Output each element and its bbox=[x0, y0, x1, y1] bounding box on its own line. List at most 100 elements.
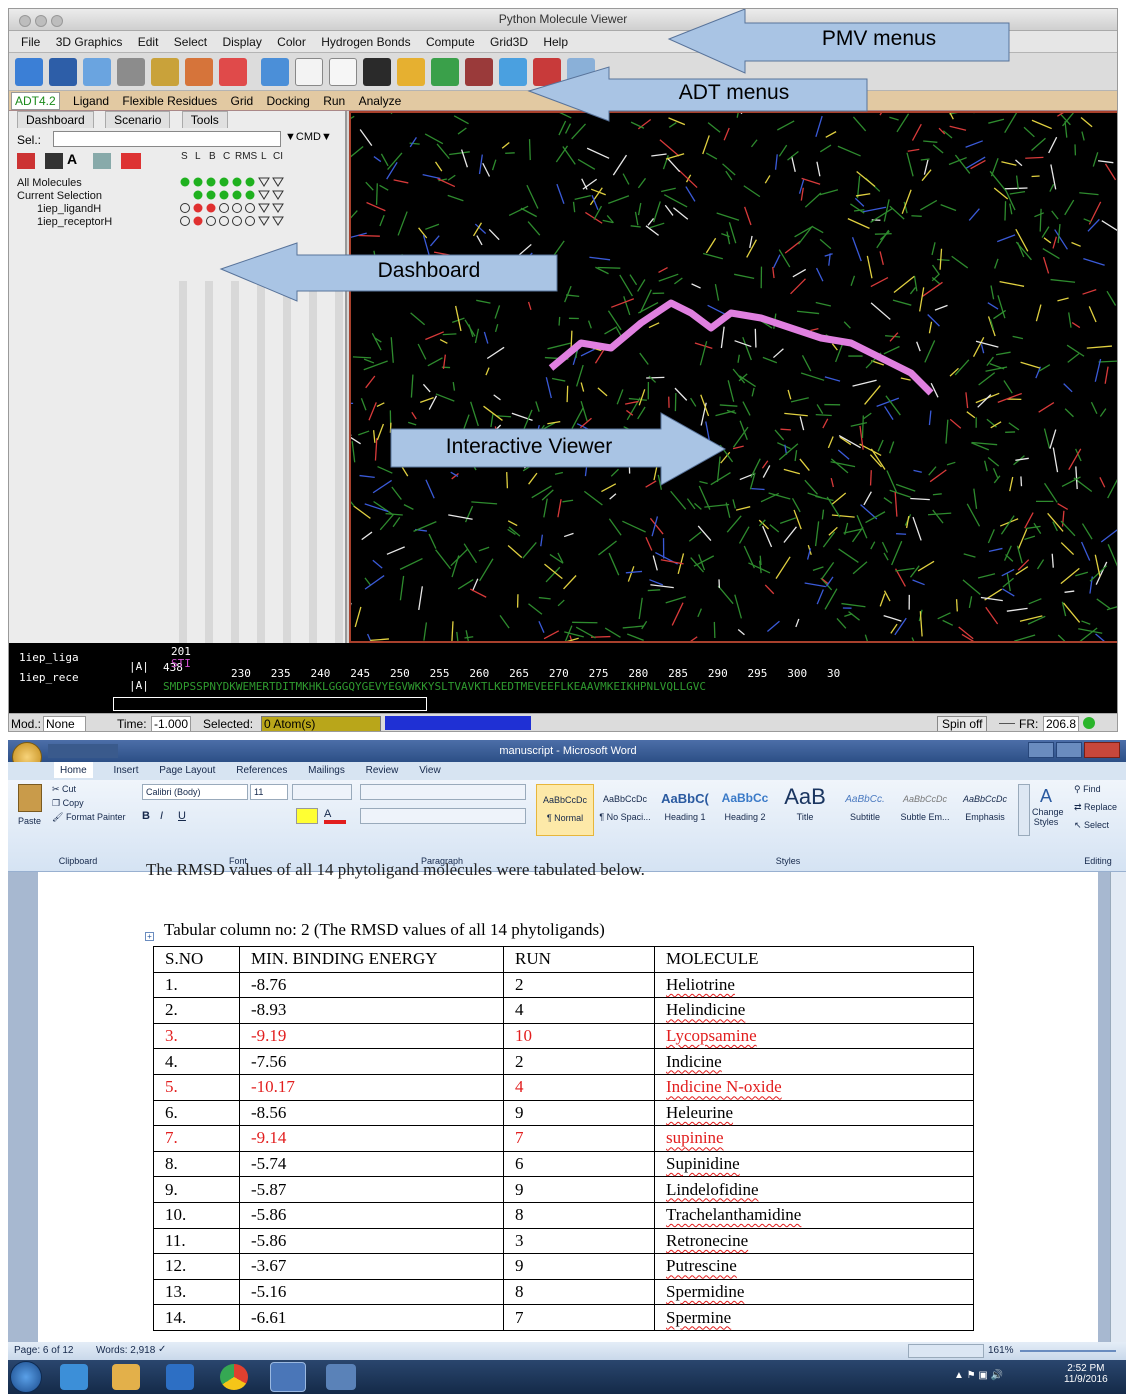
close-window-icon[interactable] bbox=[1084, 742, 1120, 758]
cell-energy[interactable]: -8.76 bbox=[239, 971, 504, 999]
style-subtle-emphasis[interactable]: AaBbCcDc Subtle Em... bbox=[896, 784, 954, 836]
tab-references[interactable]: References bbox=[236, 762, 287, 776]
styles-scroll[interactable] bbox=[1018, 784, 1030, 836]
page-count[interactable]: Page: 6 of 12 bbox=[14, 1345, 74, 1356]
cell-energy[interactable]: -8.93 bbox=[239, 997, 504, 1024]
cell-energy[interactable]: -5.86 bbox=[239, 1201, 504, 1229]
cell-run[interactable]: 9 bbox=[503, 1253, 655, 1280]
cell-run[interactable]: 2 bbox=[503, 1048, 655, 1075]
tab-insert[interactable]: Insert bbox=[113, 762, 138, 776]
cell-energy[interactable]: -7.56 bbox=[239, 1048, 504, 1075]
paste-icon[interactable] bbox=[18, 784, 42, 812]
tab-mailings[interactable]: Mailings bbox=[308, 762, 345, 776]
style-emphasis[interactable]: AaBbCcDc Emphasis bbox=[956, 784, 1014, 836]
cell-run[interactable]: 4 bbox=[503, 1073, 655, 1101]
cell-molecule[interactable]: Spermidine bbox=[654, 1278, 974, 1306]
cell-energy[interactable]: -5.87 bbox=[239, 1176, 504, 1203]
underline-button[interactable]: U bbox=[178, 810, 186, 822]
cell-sno[interactable]: 11. bbox=[153, 1227, 240, 1255]
cell-run[interactable]: 6 bbox=[503, 1150, 655, 1178]
cell-energy[interactable]: -3.67 bbox=[239, 1253, 504, 1280]
restore-window-icon[interactable] bbox=[1056, 742, 1082, 758]
italic-button[interactable]: I bbox=[160, 810, 163, 822]
table-move-handle[interactable]: + bbox=[145, 932, 154, 941]
cell-energy[interactable]: -6.61 bbox=[239, 1304, 504, 1331]
change-styles-button[interactable]: A Change Styles bbox=[1032, 786, 1064, 834]
word-taskbar-icon[interactable] bbox=[270, 1362, 306, 1392]
cell-molecule[interactable]: Lycopsamine bbox=[654, 1022, 974, 1050]
grow-shrink-font-buttons[interactable] bbox=[292, 784, 352, 800]
cell-run[interactable]: 7 bbox=[503, 1304, 655, 1331]
zoom-level[interactable]: 161% bbox=[988, 1345, 1014, 1356]
cell-molecule[interactable]: Retronecine bbox=[654, 1227, 974, 1255]
cell-run[interactable]: 10 bbox=[503, 1022, 655, 1050]
select-button[interactable]: ↖ Select bbox=[1074, 820, 1109, 831]
cell-run[interactable]: 8 bbox=[503, 1201, 655, 1229]
cell-run[interactable]: 9 bbox=[503, 1099, 655, 1127]
font-name-input[interactable]: Calibri (Body) bbox=[142, 784, 248, 800]
media-player-icon[interactable] bbox=[166, 1364, 194, 1390]
cell-sno[interactable]: 2. bbox=[153, 997, 240, 1024]
style-heading-2[interactable]: AaBbCc Heading 2 bbox=[716, 784, 774, 836]
cell-molecule[interactable]: Lindelofidine bbox=[654, 1176, 974, 1203]
explorer-folder-icon[interactable] bbox=[112, 1364, 140, 1390]
cell-molecule[interactable]: Heleurine bbox=[654, 1099, 974, 1127]
internet-explorer-icon[interactable] bbox=[60, 1364, 88, 1390]
cell-run[interactable]: 8 bbox=[503, 1278, 655, 1306]
cell-energy[interactable]: -8.56 bbox=[239, 1099, 504, 1127]
cell-molecule[interactable]: supinine bbox=[654, 1125, 974, 1152]
font-size-input[interactable]: 11 bbox=[250, 784, 288, 800]
cell-molecule[interactable]: Indicine bbox=[654, 1048, 974, 1075]
cell-sno[interactable]: 6. bbox=[153, 1099, 240, 1127]
cell-sno[interactable]: 7. bbox=[153, 1125, 240, 1152]
highlight-color-button[interactable] bbox=[296, 808, 318, 824]
tab-review[interactable]: Review bbox=[366, 762, 399, 776]
find-button[interactable]: ⚲ Find bbox=[1074, 784, 1101, 795]
cell-sno[interactable]: 5. bbox=[153, 1073, 240, 1101]
cell-molecule[interactable]: Spermine bbox=[654, 1304, 974, 1331]
screen-capture-icon[interactable] bbox=[326, 1364, 356, 1390]
cell-molecule[interactable]: Indicine N-oxide bbox=[654, 1073, 974, 1101]
cell-sno[interactable]: 14. bbox=[153, 1304, 240, 1331]
cell-sno[interactable]: 1. bbox=[153, 971, 240, 999]
cell-molecule[interactable]: Supinidine bbox=[654, 1150, 974, 1178]
cell-energy[interactable]: -9.14 bbox=[239, 1125, 504, 1152]
cell-energy[interactable]: -5.74 bbox=[239, 1150, 504, 1178]
start-button-icon[interactable] bbox=[10, 1361, 42, 1393]
font-color-button[interactable]: A bbox=[324, 808, 346, 824]
word-count[interactable]: Words: 2,918 bbox=[96, 1345, 155, 1356]
cell-sno[interactable]: 8. bbox=[153, 1150, 240, 1178]
cell-run[interactable]: 9 bbox=[503, 1176, 655, 1203]
tray-icons[interactable]: ▲ ⚑ ▣ 🔊 bbox=[954, 1370, 1003, 1381]
paste-button[interactable]: Paste bbox=[18, 816, 41, 826]
tab-page-layout[interactable]: Page Layout bbox=[159, 762, 215, 776]
copy-button[interactable]: ❐ Copy bbox=[52, 798, 84, 809]
style-heading-1[interactable]: AaBbC( Heading 1 bbox=[656, 784, 714, 836]
tab-view[interactable]: View bbox=[419, 762, 441, 776]
system-clock[interactable]: 2:52 PM 11/9/2016 bbox=[1064, 1363, 1108, 1385]
bold-button[interactable]: B bbox=[142, 810, 150, 822]
cell-molecule[interactable]: Trachelanthamidine bbox=[654, 1201, 974, 1229]
proofing-icon[interactable]: ✓ bbox=[158, 1344, 166, 1355]
cell-energy[interactable]: -9.19 bbox=[239, 1022, 504, 1050]
zoom-slider[interactable] bbox=[1020, 1350, 1116, 1352]
style-title[interactable]: AaB Title bbox=[776, 784, 834, 836]
cell-energy[interactable]: -5.16 bbox=[239, 1278, 504, 1306]
cell-sno[interactable]: 3. bbox=[153, 1022, 240, 1050]
alignment-buttons[interactable] bbox=[360, 808, 526, 824]
list-indent-buttons[interactable] bbox=[360, 784, 526, 800]
chrome-icon[interactable] bbox=[220, 1364, 248, 1390]
tab-home[interactable]: Home bbox=[54, 762, 93, 778]
style-subtitle[interactable]: AaBbCc. Subtitle bbox=[836, 784, 894, 836]
cell-molecule[interactable]: Heliotrine bbox=[654, 971, 974, 999]
style-no-spacing[interactable]: AaBbCcDc ¶ No Spaci... bbox=[596, 784, 654, 836]
cell-molecule[interactable]: Putrescine bbox=[654, 1253, 974, 1280]
vertical-scrollbar[interactable] bbox=[1110, 872, 1126, 1342]
rmsd-table[interactable]: S.NO MIN. BINDING ENERGY RUN MOLECULE 1.… bbox=[153, 946, 974, 1331]
cell-run[interactable]: 2 bbox=[503, 971, 655, 999]
cell-energy[interactable]: -10.17 bbox=[239, 1073, 504, 1101]
cut-button[interactable]: ✂ Cut bbox=[52, 784, 76, 795]
cell-sno[interactable]: 13. bbox=[153, 1278, 240, 1306]
cell-run[interactable]: 3 bbox=[503, 1227, 655, 1255]
cell-run[interactable]: 7 bbox=[503, 1125, 655, 1152]
